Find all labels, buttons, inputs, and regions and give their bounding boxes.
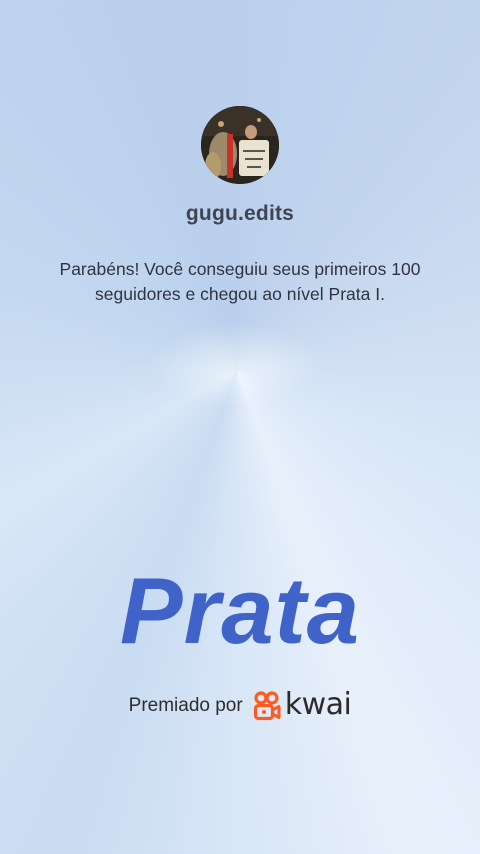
username: gugu.edits — [185, 202, 295, 225]
awarded-by: Premiado por kwai — [0, 686, 480, 726]
kwai-camera-icon — [253, 691, 281, 721]
congrats-message-line-1: Parabéns! Você conseguiu seus primeiros … — [59, 259, 421, 279]
avatar[interactable] — [201, 106, 279, 184]
achievement-screen: gugu.edits Parabéns! Você conseguiu seus… — [0, 0, 480, 854]
kwai-wordmark: kwai — [284, 687, 352, 722]
congrats-message-line-2: seguidores e chegou ao nível Prata I. — [95, 284, 385, 304]
kwai-logo: kwai — [253, 687, 352, 722]
awarded-by-label: Premiado por — [128, 695, 243, 716]
congrats-message: Parabéns! Você conseguiu seus primeiros … — [30, 257, 450, 307]
profile-photo-icon — [201, 106, 279, 184]
tier-title: Prata — [119, 558, 361, 663]
